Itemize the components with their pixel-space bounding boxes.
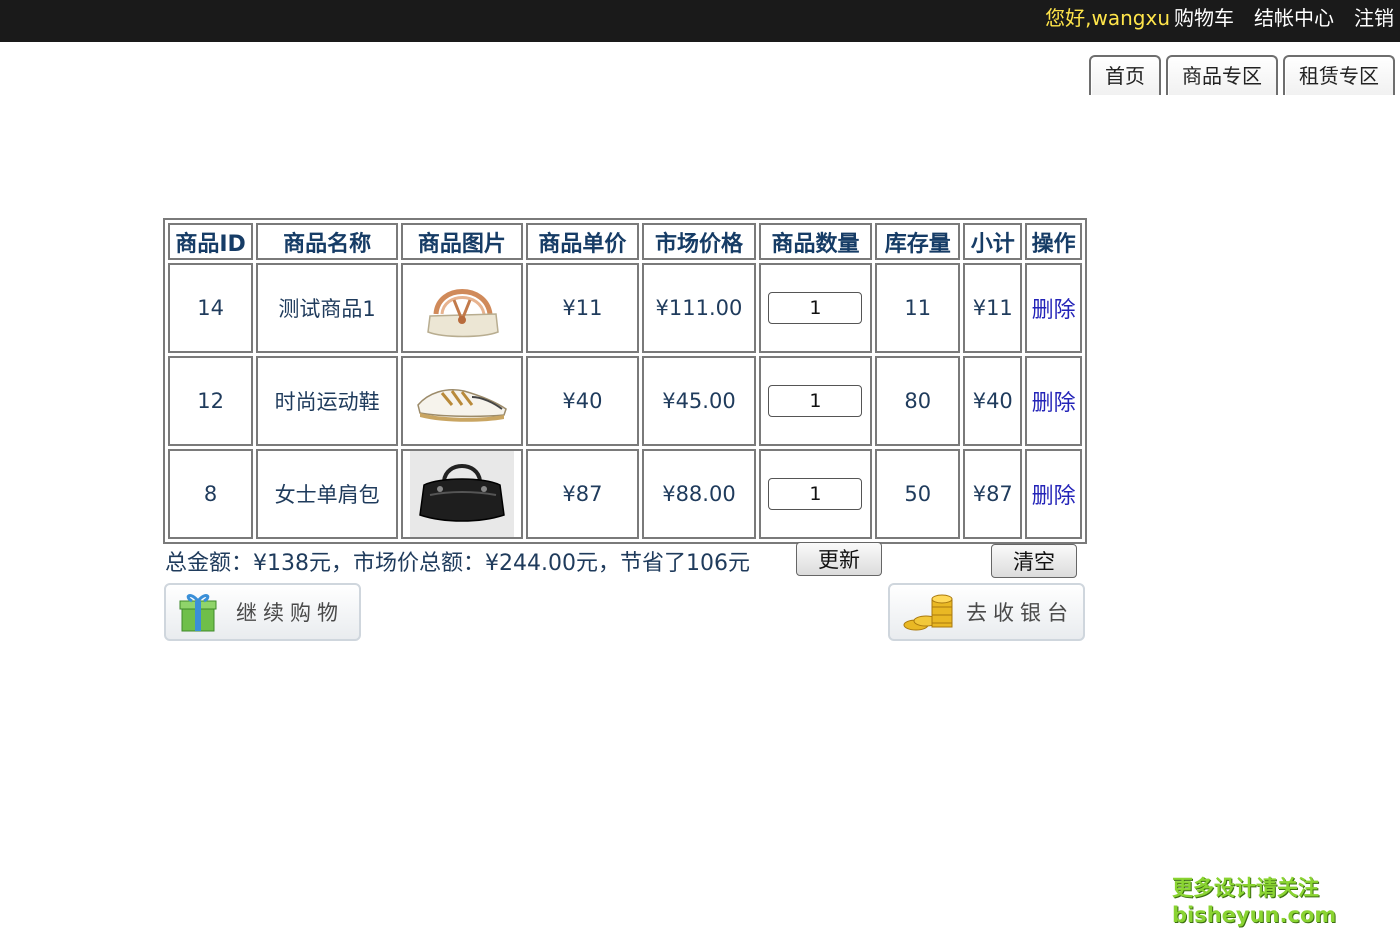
user-links: 您好,wangxu 购物车 结帐中心 注销	[1045, 4, 1394, 32]
cell-id: 12	[168, 356, 254, 446]
cell-image	[401, 263, 523, 353]
cell-stock: 80	[875, 356, 961, 446]
column-header-price: 商品单价	[525, 223, 640, 260]
column-header-id: 商品ID	[168, 223, 254, 260]
column-header-market-price: 市场价格	[642, 223, 756, 260]
cell-quantity	[758, 449, 873, 539]
tab-products[interactable]: 商品专区	[1166, 55, 1278, 95]
watermark: 更多设计请关注 bisheyun.com	[1172, 875, 1336, 929]
cell-id: 8	[168, 449, 254, 539]
cell-price: ¥40	[525, 356, 640, 446]
continue-shopping-button[interactable]: 继续购物	[164, 583, 361, 641]
checkout-center-link[interactable]: 结帐中心	[1254, 6, 1334, 30]
order-summary: 总金额：¥138元，市场价总额：¥244.00元，节省了106元	[165, 551, 750, 576]
cell-action: 删除	[1025, 263, 1082, 353]
cell-stock: 50	[875, 449, 961, 539]
column-header-stock: 库存量	[875, 223, 961, 260]
cell-name: 时尚运动鞋	[256, 356, 399, 446]
cell-subtotal: ¥40	[963, 356, 1023, 446]
tab-rental[interactable]: 租赁专区	[1283, 55, 1395, 95]
cell-name: 测试商品1	[256, 263, 399, 353]
column-header-action: 操作	[1025, 223, 1082, 260]
logout-link[interactable]: 注销	[1354, 6, 1394, 30]
top-bar: 您好,wangxu 购物车 结帐中心 注销	[0, 0, 1400, 42]
checkout-label: 去收银台	[966, 601, 1074, 625]
cell-name: 女士单肩包	[256, 449, 399, 539]
checkout-button[interactable]: 去收银台	[888, 583, 1085, 641]
cell-image	[401, 356, 523, 446]
cell-price: ¥11	[525, 263, 640, 353]
delete-link[interactable]: 删除	[1032, 391, 1076, 416]
column-header-name: 商品名称	[256, 223, 399, 260]
cell-subtotal: ¥87	[963, 449, 1023, 539]
cell-quantity	[758, 356, 873, 446]
delete-link[interactable]: 删除	[1032, 484, 1076, 509]
quantity-input[interactable]	[768, 292, 863, 324]
sneaker-image[interactable]	[412, 371, 512, 431]
cell-id: 14	[168, 263, 254, 353]
tab-home[interactable]: 首页	[1089, 55, 1161, 95]
handbag-image[interactable]	[412, 270, 512, 346]
cell-market-price: ¥45.00	[642, 356, 756, 446]
quantity-input[interactable]	[768, 385, 863, 417]
coins-icon	[903, 594, 953, 631]
quantity-input[interactable]	[768, 478, 863, 510]
cell-action: 删除	[1025, 356, 1082, 446]
update-button[interactable]: 更新	[796, 542, 882, 576]
cell-market-price: ¥88.00	[642, 449, 756, 539]
cell-stock: 11	[875, 263, 961, 353]
cart-table: 商品ID 商品名称 商品图片 商品单价 市场价格 商品数量 库存量 小计 操作 …	[163, 218, 1087, 544]
shoulder-bag-image[interactable]	[409, 451, 514, 537]
cell-price: ¥87	[525, 449, 640, 539]
cell-market-price: ¥111.00	[642, 263, 756, 353]
watermark-line1: 更多设计请关注	[1172, 876, 1319, 900]
cell-image	[401, 449, 523, 539]
cell-quantity	[758, 263, 873, 353]
table-row: 14 测试商品1 ¥11 ¥111.00 11 ¥11 删除	[168, 263, 1082, 353]
cart-link[interactable]: 购物车	[1174, 6, 1234, 30]
column-header-subtotal: 小计	[963, 223, 1023, 260]
table-header-row: 商品ID 商品名称 商品图片 商品单价 市场价格 商品数量 库存量 小计 操作	[168, 223, 1082, 260]
clear-button[interactable]: 清空	[991, 544, 1077, 578]
column-header-image: 商品图片	[401, 223, 523, 260]
gift-icon	[179, 594, 217, 632]
delete-link[interactable]: 删除	[1032, 298, 1076, 323]
nav-tabs: 首页 商品专区 租赁专区	[1089, 55, 1395, 95]
watermark-line2: bisheyun.com	[1172, 903, 1337, 927]
cell-subtotal: ¥11	[963, 263, 1023, 353]
column-header-quantity: 商品数量	[758, 223, 873, 260]
table-row: 8 女士单肩包 ¥87 ¥88.00 50 ¥87 删除	[168, 449, 1082, 539]
continue-shopping-label: 继续购物	[236, 601, 344, 625]
user-greeting: 您好,wangxu	[1045, 6, 1170, 30]
table-row: 12 时尚运动鞋 ¥40 ¥45.00 80 ¥40 删除	[168, 356, 1082, 446]
cell-action: 删除	[1025, 449, 1082, 539]
